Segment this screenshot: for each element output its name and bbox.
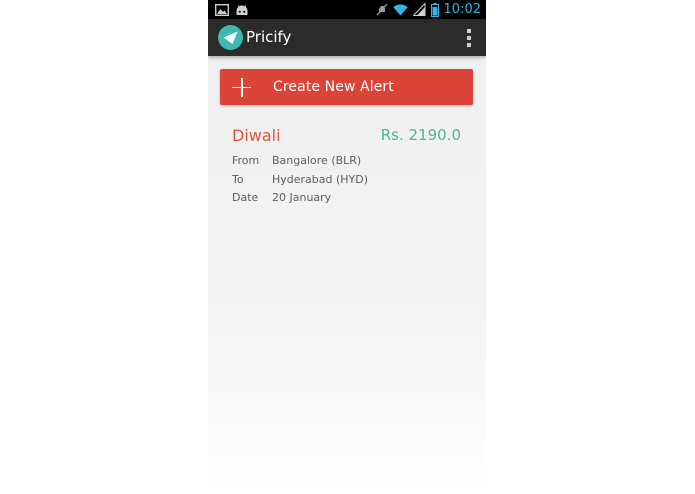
app-logo[interactable] xyxy=(218,25,243,50)
status-time: 10:02 xyxy=(443,2,481,17)
app-title: Pricify xyxy=(246,28,292,46)
from-label: From xyxy=(232,154,260,167)
phone-screen: 10:02 Pricify Create New Alert Diwali Rs… xyxy=(208,0,486,494)
to-label: To xyxy=(232,173,244,186)
overflow-menu-button[interactable] xyxy=(466,29,472,47)
alert-price: Rs. 2190.0 xyxy=(380,126,461,144)
signal-icon xyxy=(412,3,426,16)
mute-icon xyxy=(376,3,388,16)
alert-name: Diwali xyxy=(232,126,281,145)
to-value: Hyderabad (HYD) xyxy=(272,173,369,186)
from-value: Bangalore (BLR) xyxy=(272,154,362,167)
alert-card-diwali[interactable]: Diwali Rs. 2190.0 From Bangalore (BLR) T… xyxy=(220,118,473,218)
status-notifications xyxy=(215,3,249,16)
status-bar: 10:02 xyxy=(208,0,486,19)
create-new-alert-button[interactable]: Create New Alert xyxy=(220,69,473,105)
overflow-menu-icon-dot xyxy=(467,36,471,40)
status-system-icons: 10:02 xyxy=(376,0,481,19)
overflow-menu-icon-dot xyxy=(467,43,471,47)
date-label: Date xyxy=(232,191,259,204)
battery-icon xyxy=(430,2,439,17)
create-alert-label: Create New Alert xyxy=(273,79,394,95)
wifi-icon xyxy=(392,3,408,15)
gallery-icon xyxy=(215,3,229,16)
date-value: 20 January xyxy=(272,191,332,204)
paper-plane-icon xyxy=(223,31,238,44)
overflow-menu-icon xyxy=(467,29,471,33)
action-bar: Pricify xyxy=(208,19,486,56)
android-icon xyxy=(236,4,248,15)
page: 10:02 Pricify Create New Alert Diwali Rs… xyxy=(0,0,695,494)
plus-icon xyxy=(232,77,251,97)
